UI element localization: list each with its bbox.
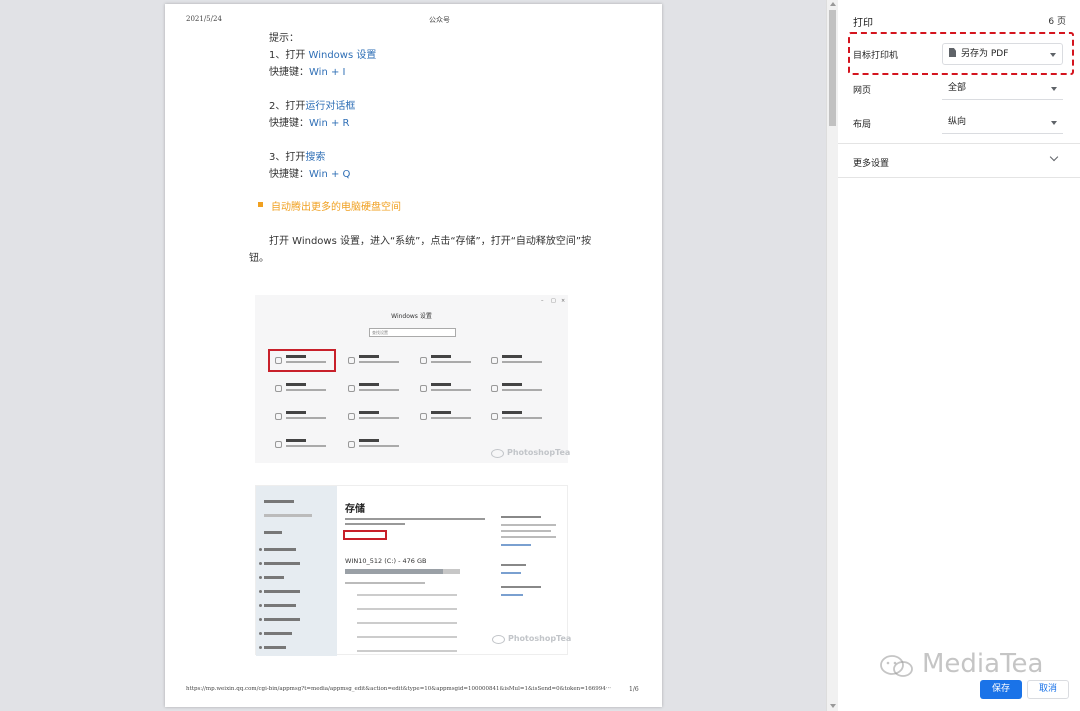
- pages-value: 全部: [948, 83, 967, 93]
- page-header-title: 公众号: [429, 16, 450, 24]
- save-button[interactable]: 保存: [980, 680, 1022, 699]
- settings-tile: [275, 439, 335, 453]
- shortcut-label: 快捷键：: [269, 118, 309, 129]
- scroll-down-arrow-icon[interactable]: [830, 704, 836, 708]
- tip-item-1-prefix: 1、打开: [269, 50, 309, 61]
- settings-tile: [348, 383, 408, 397]
- page-header-date: 2021/5/24: [186, 15, 222, 23]
- system-tile-highlight: [268, 349, 336, 372]
- shortcut-label: 快捷键：: [269, 169, 309, 180]
- layout-label: 布局: [853, 120, 872, 130]
- tip-item-3-shortcut: 快捷键：Win + Q: [269, 165, 350, 180]
- tip-item-1-link: Windows 设置: [308, 50, 377, 61]
- settings-window-title: Windows 设置: [391, 313, 432, 320]
- shortcut-keys: Win + Q: [309, 169, 351, 180]
- tip-item-3-prefix: 3、打开: [269, 152, 306, 163]
- settings-tile: [275, 383, 335, 397]
- settings-tile: [420, 355, 480, 369]
- drive-usage-bar: [345, 569, 460, 574]
- tip-item-1-shortcut: 快捷键：Win + I: [269, 63, 345, 78]
- section-heading: 自动腾出更多的电脑硬盘空间: [271, 202, 401, 213]
- caret-down-icon: [1051, 121, 1057, 125]
- watermark-text: PhotoshopTea: [507, 448, 571, 457]
- settings-tile: [491, 411, 551, 425]
- wechat-icon: [880, 655, 913, 677]
- page-footer-number: 1/6: [629, 686, 639, 693]
- body-paragraph-line-1: 打开 Windows 设置，进入“系统”，点击“存储”，打开“自动释放空间”按: [269, 236, 592, 247]
- watermark-icon: [492, 635, 505, 644]
- settings-divider: [838, 177, 1080, 178]
- tip-item-2: 2、打开运行对话框: [269, 97, 355, 112]
- preview-page: 2021/5/24 公众号 提示： 1、打开 Windows 设置 快捷键：Wi…: [165, 4, 662, 707]
- settings-tile: [348, 411, 408, 425]
- tip-item-2-link: 运行对话框: [305, 101, 356, 112]
- pages-label: 网页: [853, 86, 872, 96]
- more-settings-toggle[interactable]: 更多设置: [853, 156, 889, 169]
- tip-item-1: 1、打开 Windows 设置: [269, 46, 376, 61]
- storage-heading: 存储: [345, 504, 365, 515]
- close-icon: ×: [561, 298, 566, 304]
- settings-divider: [838, 143, 1080, 144]
- windows-settings-screenshot: – □ × Windows 设置 查找设置 PhotoshopTea: [255, 295, 571, 463]
- drive-label: WIN10_512 (C:) - 476 GB: [345, 557, 427, 565]
- settings-sidebar: [256, 486, 337, 656]
- mediatea-watermark: MediaTea: [922, 649, 1044, 679]
- cancel-button[interactable]: 取消: [1027, 680, 1069, 699]
- storage-settings-screenshot: 存储 WIN10_512 (C:) - 476 GB PhotoshopTea: [255, 485, 572, 656]
- scroll-up-arrow-icon[interactable]: [830, 2, 836, 6]
- body-paragraph-line-2: 钮。: [249, 253, 269, 264]
- shortcut-keys: Win + R: [309, 118, 350, 129]
- settings-tile: [491, 383, 551, 397]
- minimize-icon: –: [541, 298, 544, 304]
- watermark-icon: [491, 449, 504, 458]
- tip-item-2-shortcut: 快捷键：Win + R: [269, 114, 349, 129]
- tip-item-3-link: 搜索: [305, 152, 326, 163]
- settings-tile: [420, 411, 480, 425]
- print-title: 打印: [853, 18, 873, 29]
- tip-item-3: 3、打开搜索: [269, 148, 325, 163]
- destination-highlight-box: [848, 32, 1074, 75]
- settings-tile: [420, 383, 480, 397]
- chevron-down-icon[interactable]: [1049, 152, 1059, 162]
- storage-sense-toggle-highlight: [343, 530, 387, 540]
- watermark-text: PhotoshopTea: [508, 634, 572, 643]
- shortcut-keys: Win + I: [309, 67, 346, 78]
- settings-tile: [348, 355, 408, 369]
- shortcut-label: 快捷键：: [269, 67, 309, 78]
- section-bullet: [258, 202, 263, 207]
- layout-select[interactable]: 纵向: [942, 112, 1063, 134]
- settings-tile: [491, 355, 551, 369]
- layout-value: 纵向: [948, 117, 967, 127]
- settings-tile: [275, 411, 335, 425]
- settings-tile: [348, 439, 408, 453]
- storage-main: 存储 WIN10_512 (C:) - 476 GB: [337, 486, 493, 656]
- tip-label: 提示：: [269, 33, 299, 44]
- page-footer-url: https://mp.weixin.qq.com/cgi-bin/appmsg?…: [186, 686, 612, 692]
- scrollbar-thumb[interactable]: [829, 10, 836, 126]
- print-settings-panel: 打印 6 页 目标打印机 另存为 PDF 网页 全部 布局 纵向 更多设置 保存…: [838, 0, 1080, 711]
- maximize-icon: □: [551, 298, 556, 304]
- caret-down-icon: [1051, 87, 1057, 91]
- print-preview-area: 2021/5/24 公众号 提示： 1、打开 Windows 设置 快捷键：Wi…: [0, 0, 826, 711]
- tip-item-2-prefix: 2、打开: [269, 101, 306, 112]
- pages-select[interactable]: 全部: [942, 78, 1063, 100]
- page-count: 6 页: [1048, 17, 1066, 27]
- settings-search-box: 查找设置: [369, 328, 456, 337]
- preview-scrollbar[interactable]: [826, 0, 838, 711]
